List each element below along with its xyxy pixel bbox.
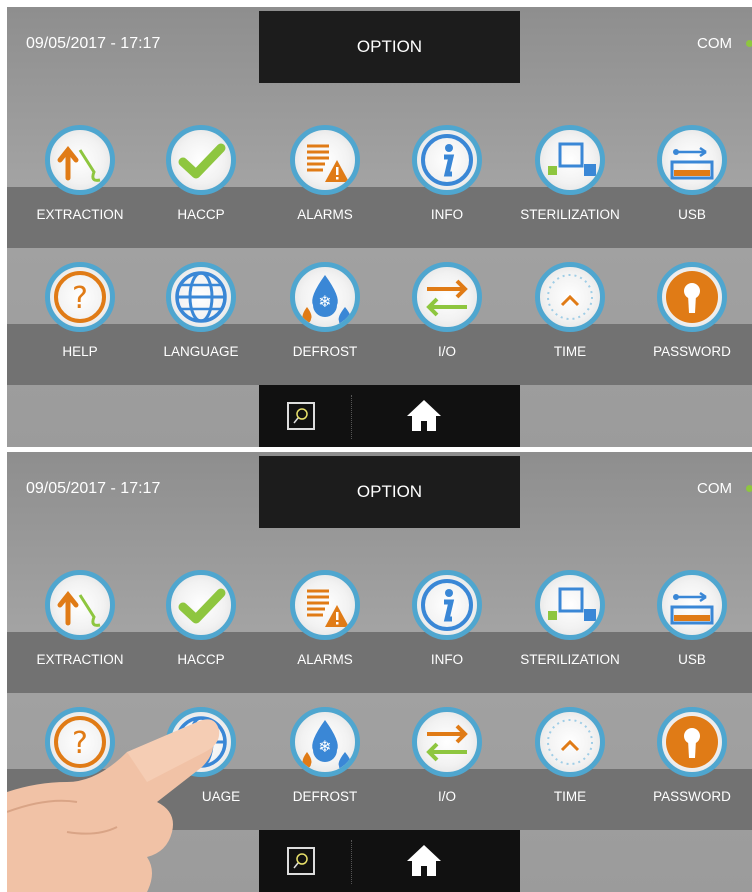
tile-label: UAGE xyxy=(201,789,241,804)
tile-label: LANGUAGE xyxy=(163,344,239,359)
svg-text:❄: ❄ xyxy=(318,737,331,756)
alarm-warning-icon xyxy=(290,570,360,640)
arrows-io-icon xyxy=(412,707,482,777)
tile-label: TIME xyxy=(553,344,587,359)
tile-label: I/O xyxy=(437,344,456,359)
tile-label: ALARMS xyxy=(297,652,353,667)
tile-info[interactable]: INFO xyxy=(387,125,507,255)
tile-label: TIME xyxy=(553,789,587,804)
datetime: 09/05/2017 - 17:17 xyxy=(26,480,161,497)
globe-icon xyxy=(166,262,236,332)
info-icon xyxy=(412,570,482,640)
bottom-toolbar xyxy=(259,385,520,447)
com-status-label: COM xyxy=(697,480,732,497)
tile-usb[interactable]: USB xyxy=(632,125,752,255)
tile-label: HELP xyxy=(62,789,98,804)
tile-time[interactable]: TIME xyxy=(510,262,630,392)
usb-icon xyxy=(657,125,727,195)
tile-label: ALARMS xyxy=(297,207,353,222)
tile-sterilization[interactable]: STERILIZATION xyxy=(510,570,630,700)
tile-language[interactable]: UAGE xyxy=(141,707,261,837)
com-status-dot xyxy=(746,485,752,492)
tile-help[interactable]: ? HELP xyxy=(20,262,140,392)
tile-label: PASSWORD xyxy=(653,789,731,804)
svg-text:❄: ❄ xyxy=(318,292,331,311)
tile-password[interactable]: PASSWORD xyxy=(632,707,752,837)
help-icon: ? xyxy=(45,707,115,777)
tile-label: INFO xyxy=(430,207,464,222)
alarm-warning-icon xyxy=(290,125,360,195)
tile-label: HACCP xyxy=(177,652,225,667)
svg-text:?: ? xyxy=(72,281,88,316)
tile-extraction[interactable]: EXTRACTION xyxy=(20,125,140,255)
tile-haccp[interactable]: HACCP xyxy=(141,125,261,255)
clock-icon xyxy=(535,707,605,777)
tile-label: INFO xyxy=(430,652,464,667)
tile-sterilization[interactable]: STERILIZATION xyxy=(510,125,630,255)
tile-label: HELP xyxy=(62,344,98,359)
extraction-icon xyxy=(45,570,115,640)
keyhole-icon xyxy=(657,262,727,332)
tile-language[interactable]: LANGUAGE xyxy=(141,262,261,392)
sterilization-icon xyxy=(535,125,605,195)
home-icon[interactable] xyxy=(405,842,443,878)
toolbar-divider xyxy=(351,840,352,884)
page-title: OPTION xyxy=(259,11,520,83)
tile-help[interactable]: ? HELP xyxy=(20,707,140,837)
light-bulb-icon[interactable] xyxy=(287,847,315,875)
checkmark-icon xyxy=(166,570,236,640)
tile-label: EXTRACTION xyxy=(36,207,124,222)
defrost-icon: ❄ xyxy=(290,262,360,332)
option-screen-top: 09/05/2017 - 17:17 OPTION COM EXTRACTION… xyxy=(7,7,752,447)
com-status-label: COM xyxy=(697,35,732,52)
usb-icon xyxy=(657,570,727,640)
tile-io[interactable]: I/O xyxy=(387,262,507,392)
checkmark-icon xyxy=(166,125,236,195)
bottom-toolbar xyxy=(259,830,520,892)
toolbar-divider xyxy=(351,395,352,439)
tile-label: PASSWORD xyxy=(653,344,731,359)
tile-label: USB xyxy=(678,652,706,667)
tile-time[interactable]: TIME xyxy=(510,707,630,837)
datetime: 09/05/2017 - 17:17 xyxy=(26,35,161,52)
tile-extraction[interactable]: EXTRACTION xyxy=(20,570,140,700)
tile-label: I/O xyxy=(437,789,456,804)
tile-usb[interactable]: USB xyxy=(632,570,752,700)
tile-label: DEFROST xyxy=(292,344,358,359)
tile-password[interactable]: PASSWORD xyxy=(632,262,752,392)
tile-label: DEFROST xyxy=(292,789,358,804)
page-title-text: OPTION xyxy=(356,37,423,56)
arrows-io-icon xyxy=(412,262,482,332)
svg-text:?: ? xyxy=(72,726,88,761)
info-icon xyxy=(412,125,482,195)
sterilization-icon xyxy=(535,570,605,640)
com-status-dot xyxy=(746,40,752,47)
tile-label: EXTRACTION xyxy=(36,652,124,667)
extraction-icon xyxy=(45,125,115,195)
tile-io[interactable]: I/O xyxy=(387,707,507,837)
keyhole-icon xyxy=(657,707,727,777)
tile-alarms[interactable]: ALARMS xyxy=(265,125,385,255)
option-screen-bottom: 09/05/2017 - 17:17 OPTION COM EXTRACTION… xyxy=(7,452,752,892)
light-bulb-icon[interactable] xyxy=(287,402,315,430)
tile-label: USB xyxy=(678,207,706,222)
tile-defrost[interactable]: ❄ DEFROST xyxy=(265,262,385,392)
globe-icon xyxy=(166,707,236,777)
tile-defrost[interactable]: ❄ DEFROST xyxy=(265,707,385,837)
home-icon[interactable] xyxy=(405,397,443,433)
tile-label: HACCP xyxy=(177,207,225,222)
help-icon: ? xyxy=(45,262,115,332)
tile-haccp[interactable]: HACCP xyxy=(141,570,261,700)
defrost-icon: ❄ xyxy=(290,707,360,777)
tile-label: STERILIZATION xyxy=(520,652,620,667)
clock-icon xyxy=(535,262,605,332)
tile-label: STERILIZATION xyxy=(520,207,620,222)
page-title-text: OPTION xyxy=(356,482,423,501)
tile-info[interactable]: INFO xyxy=(387,570,507,700)
page-title: OPTION xyxy=(259,456,520,528)
tile-alarms[interactable]: ALARMS xyxy=(265,570,385,700)
